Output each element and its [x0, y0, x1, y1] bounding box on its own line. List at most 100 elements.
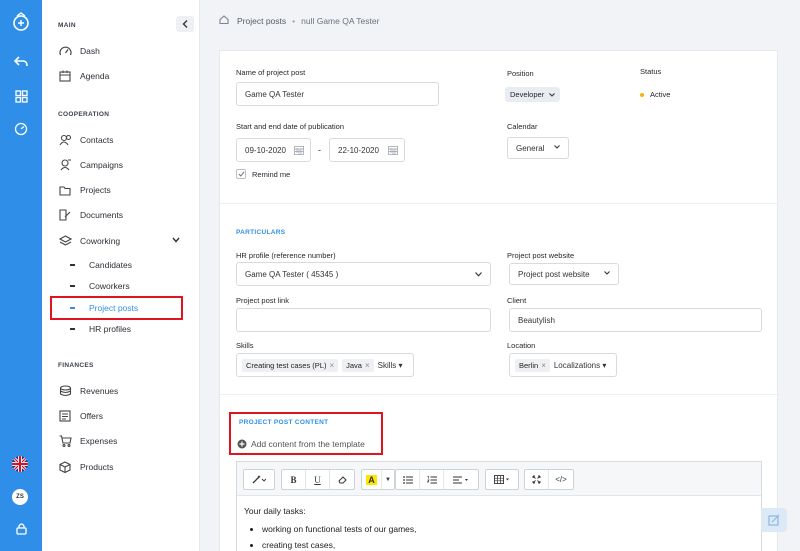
fullscreen-button[interactable]: [525, 470, 549, 489]
calendar-label: Calendar: [507, 122, 538, 131]
eraser-button[interactable]: [330, 470, 354, 489]
underline-button[interactable]: U: [306, 470, 330, 489]
sidebar-item-campaigns[interactable]: Campaigns: [58, 157, 123, 173]
edit-note-button[interactable]: [761, 508, 787, 532]
skills-tag-input[interactable]: Creating test cases (PL) × Java × Skills ▾: [236, 353, 414, 377]
start-date-input[interactable]: 09-10-2020: [236, 138, 311, 162]
subitem-label: Candidates: [89, 260, 133, 270]
editor-content[interactable]: Your daily tasks: working on functional …: [244, 506, 417, 551]
locations-dropdown[interactable]: Localizations ▾: [554, 361, 607, 370]
toolbar-group: A ▼: [361, 469, 395, 490]
skill-tag-label: Creating test cases (PL): [246, 360, 327, 370]
sidebar-subitem-hr-profiles[interactable]: HR profiles: [70, 322, 131, 336]
magic-wand-button[interactable]: [244, 470, 274, 489]
skills-dropdown[interactable]: Skills ▾: [378, 361, 403, 370]
calendar-select[interactable]: General: [507, 137, 569, 159]
end-date-input[interactable]: 22-10-2020: [329, 138, 405, 162]
bullet-list-icon: [402, 475, 413, 484]
unordered-list-button[interactable]: [396, 470, 420, 489]
highlight-box: [229, 412, 383, 455]
eraser-icon: [337, 475, 347, 483]
sidebar-item-label: Projects: [80, 185, 111, 195]
code-view-button[interactable]: </>: [549, 470, 573, 489]
sidebar-item-products[interactable]: Products: [58, 459, 114, 475]
location-label: Location: [507, 341, 536, 350]
client-label: Client: [507, 296, 527, 305]
sidebar-item-label: Agenda: [80, 71, 110, 81]
location-tag-label: Berlin: [519, 360, 539, 370]
chevron-down-icon: [475, 272, 482, 277]
lock-icon[interactable]: [11, 518, 31, 538]
calendar-icon[interactable]: [294, 145, 304, 155]
content-intro: Your daily tasks:: [244, 506, 306, 516]
remind-checkbox[interactable]: [236, 169, 246, 179]
sidebar-item-documents[interactable]: Documents: [58, 207, 123, 223]
remove-tag-icon[interactable]: ×: [365, 361, 370, 370]
ordered-list-button[interactable]: [420, 470, 444, 489]
sidebar-subitem-candidates[interactable]: Candidates: [70, 258, 132, 272]
home-icon[interactable]: [219, 15, 229, 26]
sidebar-item-dash[interactable]: Dash: [58, 43, 100, 59]
subitem-label: HR profiles: [89, 324, 132, 334]
skill-tag: Java ×: [342, 358, 374, 372]
sidebar-item-revenues[interactable]: Revenues: [58, 383, 118, 399]
bold-button[interactable]: B: [282, 470, 306, 489]
sidebar-item-label: Coworking: [80, 236, 121, 246]
remind-me-row[interactable]: Remind me: [236, 169, 290, 179]
user-avatar[interactable]: ZS: [12, 489, 28, 505]
campaign-icon: [58, 158, 72, 172]
back-icon[interactable]: [11, 52, 31, 72]
name-label: Name of project post: [236, 68, 306, 77]
start-date-value: 09-10-2020: [245, 145, 286, 155]
sidebar-item-label: Offers: [80, 411, 103, 421]
apps-grid-icon[interactable]: [11, 86, 31, 106]
section-cooperation: COOPERATION: [58, 111, 110, 118]
sidebar-item-expenses[interactable]: Expenses: [58, 433, 117, 449]
speedometer-icon[interactable]: [11, 119, 31, 139]
calendar-icon: [58, 69, 72, 83]
sidebar-subitem-coworkers[interactable]: Coworkers: [70, 279, 130, 293]
numbered-list-icon: [426, 475, 437, 483]
calendar-value: General: [516, 143, 545, 153]
name-input[interactable]: Game QA Tester: [236, 82, 439, 106]
sidebar-item-offers[interactable]: Offers: [58, 408, 103, 424]
location-tag-input[interactable]: Berlin × Localizations ▾: [509, 353, 617, 377]
align-dropdown[interactable]: [444, 470, 478, 489]
collapse-sidebar-button[interactable]: [176, 16, 194, 32]
client-input[interactable]: Beautylish: [509, 308, 762, 332]
uk-flag-icon[interactable]: [12, 456, 28, 472]
calendar-icon[interactable]: [388, 145, 398, 155]
remove-tag-icon[interactable]: ×: [541, 361, 546, 370]
sidebar-item-agenda[interactable]: Agenda: [58, 68, 109, 84]
divider: [220, 203, 777, 204]
skills-dropdown-label: Skills: [377, 360, 397, 370]
sidebar-item-contacts[interactable]: Contacts: [58, 132, 114, 148]
dates-label: Start and end date of publication: [236, 122, 344, 131]
document-edit-icon: [58, 208, 72, 222]
position-value: Developer: [510, 90, 545, 99]
table-dropdown[interactable]: [486, 470, 518, 489]
position-select[interactable]: Developer: [505, 87, 561, 102]
cart-icon: [58, 434, 72, 448]
website-select[interactable]: Project post website: [509, 263, 619, 285]
sidebar-item-coworking[interactable]: Coworking: [58, 233, 186, 249]
toolbar-group: </>: [524, 469, 574, 490]
rich-text-editor[interactable]: B U A ▼ </> Your daily tasks: • working …: [236, 461, 762, 551]
font-color-dropdown[interactable]: ▼: [382, 470, 394, 489]
sidebar-item-label: Dash: [80, 46, 100, 56]
remove-tag-icon[interactable]: ×: [329, 361, 334, 370]
remind-label: Remind me: [252, 169, 291, 179]
breadcrumb-parent[interactable]: Project posts: [237, 16, 286, 26]
chevron-down-icon: [172, 237, 180, 243]
toolbar-group: [485, 469, 519, 490]
gauge-icon: [58, 44, 72, 58]
editor-toolbar: B U A ▼ </>: [237, 462, 761, 496]
sidebar-item-projects[interactable]: Projects: [58, 182, 111, 198]
hr-profile-select[interactable]: Game QA Tester ( 45345 ): [236, 262, 491, 286]
sidebar-item-label: Contacts: [80, 135, 114, 145]
website-value: Project post website: [518, 269, 590, 279]
link-input[interactable]: [236, 308, 491, 332]
logo-icon[interactable]: [11, 12, 31, 32]
align-left-icon: [453, 476, 468, 483]
font-color-button[interactable]: A: [362, 470, 382, 489]
